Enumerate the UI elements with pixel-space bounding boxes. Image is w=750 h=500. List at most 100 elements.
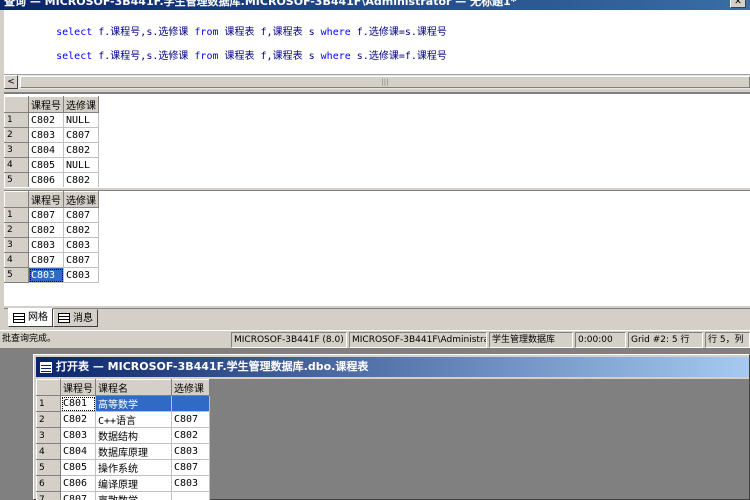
cell[interactable]: C802 xyxy=(60,411,96,428)
selected-cell[interactable]: C803 xyxy=(28,267,64,283)
cell[interactable]: NULL xyxy=(63,157,99,173)
row-number[interactable]: 7 xyxy=(36,491,61,500)
tab-grid[interactable]: 网格 xyxy=(8,308,53,327)
row-number[interactable]: 3 xyxy=(4,237,29,253)
row-number[interactable]: 4 xyxy=(4,157,29,173)
row-number[interactable]: 3 xyxy=(4,142,29,158)
cell[interactable]: C806 xyxy=(28,172,64,188)
table-row[interactable]: 2 C802 C802 xyxy=(4,222,99,238)
status-user: MICROSOF-3B441F\Administra xyxy=(349,332,487,348)
cell[interactable]: C802 xyxy=(63,142,99,158)
cell[interactable]: C807 xyxy=(28,252,64,268)
cell[interactable]: C803 xyxy=(28,127,64,143)
table-row[interactable]: 4 C807 C807 xyxy=(4,252,99,268)
cell[interactable] xyxy=(171,395,210,412)
row-number[interactable]: 1 xyxy=(36,395,61,412)
cell[interactable]: C802 xyxy=(171,427,210,444)
column-header[interactable]: 选修课 xyxy=(171,379,210,396)
cell[interactable]: C804 xyxy=(28,142,64,158)
cell[interactable] xyxy=(171,491,210,500)
status-server: MICROSOF-3B441F (8.0) xyxy=(231,332,347,348)
open-table-title-bar[interactable]: 打开表 — MICROSOF-3B441F.学生管理数据库.dbo.课程表 xyxy=(36,357,749,377)
cell[interactable]: C803 xyxy=(171,475,210,492)
table-row[interactable]: 5 C805 操作系统 C807 xyxy=(36,459,210,476)
cell[interactable]: C807 xyxy=(171,411,210,428)
table-row[interactable]: 1 C801 高等数学 xyxy=(36,395,210,412)
row-number[interactable]: 3 xyxy=(36,427,61,444)
result-pane-splitter[interactable] xyxy=(4,187,750,191)
cell[interactable]: 离散数学 xyxy=(95,491,172,500)
cell[interactable]: C807 xyxy=(63,207,99,223)
cell[interactable]: C804 xyxy=(60,443,96,460)
table-row[interactable]: 4 C805 NULL xyxy=(4,157,99,173)
tab-grid-label: 网格 xyxy=(28,312,48,323)
cell[interactable]: 数据结构 xyxy=(95,427,172,444)
row-number[interactable]: 2 xyxy=(36,411,61,428)
row-number[interactable]: 5 xyxy=(36,459,61,476)
table-row[interactable]: 2 C803 C807 xyxy=(4,127,99,143)
cell[interactable]: C807 xyxy=(171,459,210,476)
cell[interactable]: C803 xyxy=(63,267,99,283)
column-header[interactable]: 课程名 xyxy=(95,379,172,396)
cell[interactable]: NULL xyxy=(63,112,99,128)
query-window-title-bar[interactable]: 查询 — MICROSOF-3B441F.学生管理数据库.MICROSOF-3B… xyxy=(0,0,750,10)
column-header[interactable]: 课程号 xyxy=(28,96,64,113)
cell[interactable]: 数据库原理 xyxy=(95,443,172,460)
cell[interactable]: C805 xyxy=(60,459,96,476)
table-row[interactable]: 1 C807 C807 xyxy=(4,207,99,223)
cell[interactable]: C801 xyxy=(60,395,96,412)
cell[interactable]: C802 xyxy=(63,172,99,188)
table-row[interactable]: 3 C803 数据结构 C802 xyxy=(36,427,210,444)
cell[interactable]: C803 xyxy=(60,427,96,444)
cell[interactable]: C802 xyxy=(28,222,64,238)
column-header[interactable]: 课程号 xyxy=(28,191,64,208)
table-row[interactable]: 5 C806 C802 xyxy=(4,172,99,188)
status-bar: 批查询完成。 MICROSOF-3B441F (8.0) MICROSOF-3B… xyxy=(0,330,750,348)
row-number[interactable]: 1 xyxy=(4,207,29,223)
table-row[interactable]: 1 C802 NULL xyxy=(4,112,99,128)
cell[interactable]: 操作系统 xyxy=(95,459,172,476)
cell[interactable]: 编译原理 xyxy=(95,475,172,492)
close-icon[interactable]: ✕ xyxy=(730,0,746,8)
row-number[interactable]: 2 xyxy=(4,127,29,143)
row-number[interactable]: 4 xyxy=(4,252,29,268)
row-number[interactable]: 5 xyxy=(4,267,29,283)
cell[interactable]: C803 xyxy=(171,443,210,460)
row-number[interactable]: 1 xyxy=(4,112,29,128)
row-number[interactable]: 2 xyxy=(4,222,29,238)
column-header[interactable]: 课程号 xyxy=(60,379,96,396)
grid-corner xyxy=(4,191,29,208)
scrollbar-thumb[interactable]: ||| xyxy=(20,76,750,88)
editor-horizontal-scrollbar[interactable]: < ||| xyxy=(4,74,750,89)
tab-messages[interactable]: 消息 xyxy=(53,309,98,327)
cell[interactable]: C805 xyxy=(28,157,64,173)
cell[interactable]: C806 xyxy=(60,475,96,492)
column-header[interactable]: 选修课 xyxy=(63,96,99,113)
cell[interactable]: C802 xyxy=(28,112,64,128)
table-row[interactable]: 7C807离散数学 xyxy=(36,491,210,500)
column-header[interactable]: 选修课 xyxy=(63,191,99,208)
scroll-left-icon[interactable]: < xyxy=(4,75,18,89)
cell[interactable]: C802 xyxy=(63,222,99,238)
cell[interactable]: 高等数学 xyxy=(95,395,172,412)
course-table-grid: 课程号 课程名 选修课 1 C801 高等数学 2 C802 C++语言 C807 3 C8… xyxy=(36,379,210,500)
results-pane: 课程号 选修课 1 C802 NULL 2 C803 C807 3 C804 C802 4C… xyxy=(4,92,750,306)
row-number[interactable]: 5 xyxy=(4,172,29,188)
table-row[interactable]: 3 C804 C802 xyxy=(4,142,99,158)
sql-line-2[interactable]: select f.课程号,s.选修课 from 课程表 f,课程表 s wher… xyxy=(20,36,447,73)
cell[interactable]: C803 xyxy=(28,237,64,253)
cell[interactable]: C807 xyxy=(63,252,99,268)
cell[interactable]: C807 xyxy=(63,127,99,143)
cell[interactable]: C807 xyxy=(60,491,96,500)
table-row[interactable]: 4 C804 数据库原理 C803 xyxy=(36,443,210,460)
cell[interactable]: C++语言 xyxy=(95,411,172,428)
row-number[interactable]: 6 xyxy=(36,475,61,492)
cell[interactable]: C807 xyxy=(28,207,64,223)
table-row[interactable]: 3 C803 C803 xyxy=(4,237,99,253)
row-number[interactable]: 4 xyxy=(36,443,61,460)
table-row[interactable]: 5 C803 C803 xyxy=(4,267,99,283)
table-row[interactable]: 6 C806 编译原理 C803 xyxy=(36,475,210,492)
sql-editor[interactable]: select f.课程号,s.选修课 from 课程表 f,课程表 s wher… xyxy=(4,10,750,74)
cell[interactable]: C803 xyxy=(63,237,99,253)
table-row[interactable]: 2 C802 C++语言 C807 xyxy=(36,411,210,428)
